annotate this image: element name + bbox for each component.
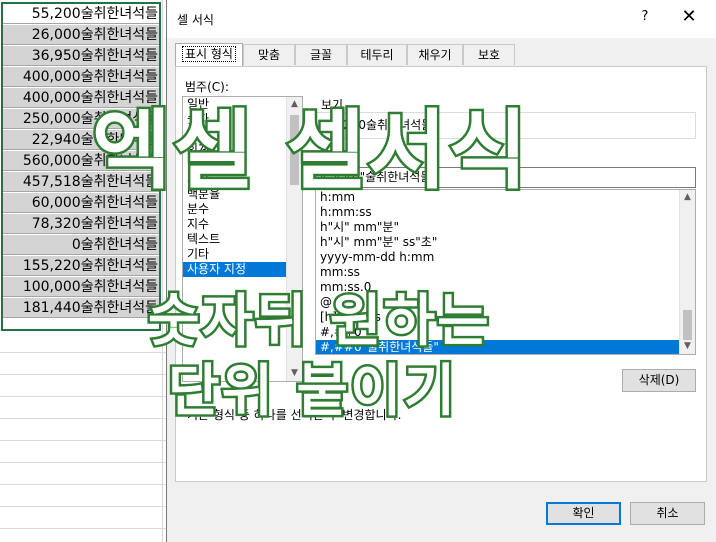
cancel-button[interactable]: 취소 <box>630 502 705 525</box>
close-button[interactable]: ✕ <box>679 7 699 27</box>
scroll-down-icon[interactable]: ▼ <box>680 339 695 354</box>
cell[interactable]: 155,220술취한녀석들 <box>2 255 161 276</box>
cell[interactable]: 78,320술취한녀석들 <box>2 213 161 234</box>
overlay-title: 엑셀 셀서식 <box>90 99 531 204</box>
tab-number[interactable]: 표시 형식 <box>175 43 243 66</box>
list-item[interactable]: mm:ss <box>316 265 695 280</box>
tab-border[interactable]: 테두리 <box>347 44 407 65</box>
list-item[interactable]: 텍스트 <box>183 232 302 247</box>
overlay-subtitle-1: 숫자뒤 원하는 <box>146 287 492 356</box>
list-item[interactable]: 분수 <box>183 202 302 217</box>
tab-label: 표시 형식 <box>182 46 236 62</box>
dialog-title: 셀 서식 <box>177 13 214 27</box>
delete-button[interactable]: 삭제(D) <box>622 369 696 392</box>
scroll-up-icon[interactable]: ▲ <box>680 190 695 205</box>
cell[interactable]: 181,440술취한녀석들 <box>2 297 161 318</box>
category-label: 범주(C): <box>185 80 229 94</box>
title-bar[interactable]: 셀 서식 ? ✕ <box>167 0 716 38</box>
list-item[interactable]: h"시" mm"분" ss"초" <box>316 235 695 250</box>
ok-button[interactable]: 확인 <box>546 502 621 525</box>
help-button[interactable]: ? <box>637 9 653 27</box>
scroll-thumb[interactable] <box>683 310 692 340</box>
tab-font[interactable]: 글꼴 <box>295 44 347 65</box>
cell[interactable]: 400,000술취한녀석들 <box>2 66 161 87</box>
list-item[interactable]: h:mm:ss <box>316 205 695 220</box>
cell[interactable]: 0술취한녀석들 <box>2 234 161 255</box>
list-item[interactable]: 기타 <box>183 247 302 262</box>
grid-line <box>162 0 163 542</box>
cell[interactable]: 55,200술취한녀석들 <box>2 3 161 24</box>
cell[interactable]: 26,000술취한녀석들 <box>2 24 161 45</box>
tab-alignment[interactable]: 맞춤 <box>243 44 295 65</box>
cell[interactable]: 100,000술취한녀석들 <box>2 276 161 297</box>
list-item[interactable]: yyyy-mm-dd h:mm <box>316 250 695 265</box>
tab-protection[interactable]: 보호 <box>463 44 515 65</box>
tab-fill[interactable]: 채우기 <box>407 44 463 65</box>
format-cells-dialog: 셀 서식 ? ✕ 표시 형식 맞춤 글꼴 테두리 채우기 보호 범주(C): 일… <box>166 0 716 542</box>
list-item[interactable]: h"시" mm"분" <box>316 220 695 235</box>
cell[interactable]: 36,950술취한녀석들 <box>2 45 161 66</box>
list-item-selected[interactable]: 사용자 지정 <box>183 262 302 277</box>
overlay-subtitle-2: 단위 붙이기 <box>165 357 458 426</box>
list-item[interactable]: 지수 <box>183 217 302 232</box>
format-scrollbar[interactable]: ▲ ▼ <box>679 190 695 354</box>
